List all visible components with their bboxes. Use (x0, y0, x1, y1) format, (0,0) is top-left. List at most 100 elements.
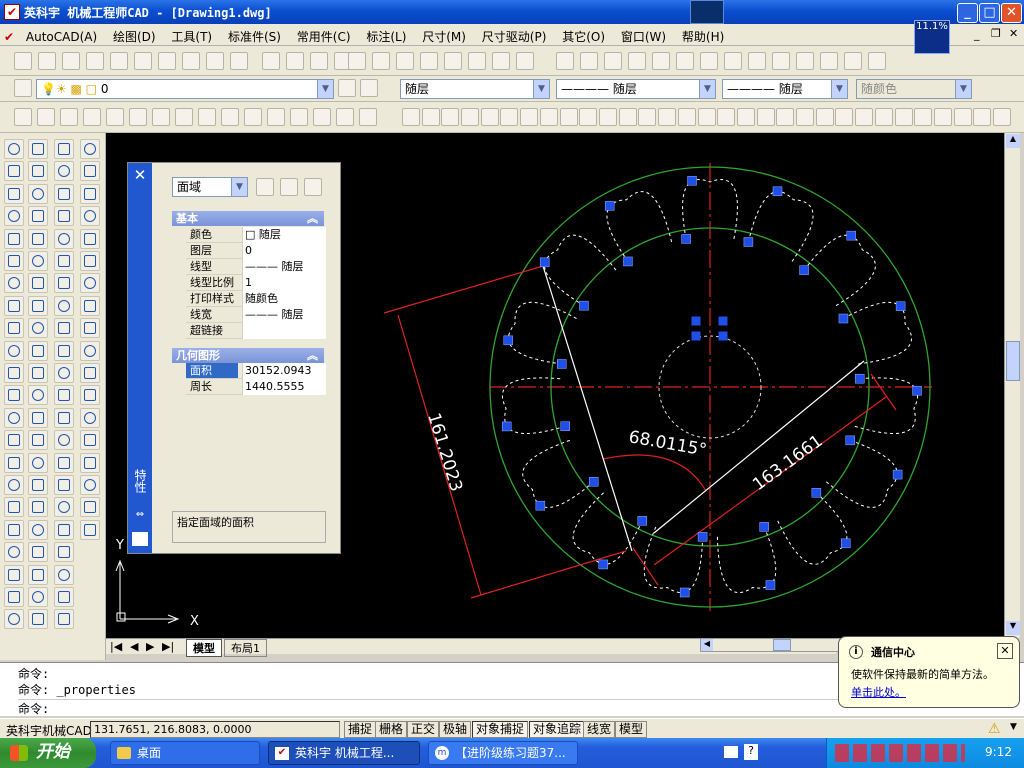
color-combo[interactable]: 随层 ▼ (400, 79, 550, 99)
command-input[interactable]: 命令: (18, 699, 838, 717)
draw-tool-2-7-icon[interactable] (54, 295, 74, 316)
property-row[interactable]: 面积 30152.0943 (186, 363, 326, 379)
modify-tool-1-icon[interactable] (37, 108, 55, 126)
task-browser[interactable]: m 【进阶级练习题37... (428, 741, 578, 765)
modify-tool-15-icon[interactable] (359, 108, 377, 126)
coordinate-readout[interactable]: 131.7651, 216.8083, 0.0000 (90, 721, 340, 738)
modify-tool-44-icon[interactable] (954, 108, 972, 126)
chevron-down-icon[interactable]: ▼ (831, 80, 847, 98)
standard-tool-28-icon[interactable] (700, 52, 718, 70)
modify-tool-14-icon[interactable] (336, 108, 354, 126)
standard-tool-17-icon[interactable] (420, 52, 438, 70)
layer-manager-icon[interactable] (14, 79, 32, 97)
modify-tool-26-icon[interactable] (599, 108, 617, 126)
menu-common-parts[interactable]: 常用件(C) (291, 24, 357, 46)
draw-tool-3-17-icon[interactable] (80, 519, 100, 540)
standard-tool-32-icon[interactable] (796, 52, 814, 70)
collapse-icon[interactable]: ︽ (307, 348, 318, 363)
property-value[interactable]: 1440.5555 (242, 379, 326, 395)
draw-tool-3-13-icon[interactable] (80, 430, 100, 451)
property-value[interactable]: 随颜色 (242, 291, 326, 307)
draw-tool-1-12-icon[interactable] (28, 407, 48, 428)
modify-tool-29-icon[interactable] (658, 108, 676, 126)
standard-tool-22-icon[interactable] (556, 52, 574, 70)
draw-tool-2-8-icon[interactable] (54, 318, 74, 339)
grip-point[interactable] (838, 313, 849, 324)
grip-point[interactable] (539, 257, 550, 268)
lineweight-combo[interactable]: ———— 随层 ▼ (722, 79, 848, 99)
standard-tool-31-icon[interactable] (772, 52, 790, 70)
draw-tool-0-17-icon[interactable] (4, 519, 24, 540)
grip-point[interactable] (718, 331, 728, 341)
modify-tool-6-icon[interactable] (152, 108, 170, 126)
balloon-close-icon[interactable]: ✕ (997, 643, 1013, 659)
draw-tool-0-15-icon[interactable] (4, 475, 24, 495)
draw-tool-1-11-icon[interactable] (28, 385, 48, 406)
quick-select-icon[interactable] (256, 178, 274, 196)
modify-tool-27-icon[interactable] (619, 108, 637, 126)
plotstyle-combo[interactable]: 随颜色 ▼ (856, 79, 972, 99)
draw-tool-0-4-icon[interactable] (4, 228, 24, 249)
osnap-toggle[interactable]: 对象捕捉 (472, 721, 529, 738)
model-toggle[interactable]: 模型 (615, 721, 648, 738)
menu-dimension-driven[interactable]: 尺寸驱动(P) (476, 24, 553, 46)
start-button[interactable]: 开始 (0, 738, 96, 768)
minimize-button[interactable]: _ (957, 3, 978, 23)
draw-tool-1-15-icon[interactable] (28, 475, 48, 495)
linetype-combo[interactable]: ———— 随层 ▼ (556, 79, 716, 99)
draw-tool-3-5-icon[interactable] (80, 251, 100, 271)
draw-tool-1-13-icon[interactable] (28, 430, 48, 451)
property-value[interactable] (242, 323, 326, 339)
scroll-up-icon[interactable]: ▲ (1006, 134, 1020, 148)
draw-tool-1-17-icon[interactable] (28, 519, 48, 540)
standard-tool-27-icon[interactable] (676, 52, 694, 70)
palette-menu-icon[interactable] (132, 532, 148, 546)
standard-tool-19-icon[interactable] (468, 52, 486, 70)
keyboard-icon[interactable] (724, 746, 738, 758)
modify-tool-13-icon[interactable] (313, 108, 331, 126)
standard-tool-35-icon[interactable] (868, 52, 886, 70)
draw-tool-2-3-icon[interactable] (54, 206, 74, 227)
draw-tool-2-17-icon[interactable] (54, 519, 74, 540)
menu-dimension[interactable]: 标注(L) (360, 24, 412, 46)
draw-tool-1-4-icon[interactable] (28, 228, 48, 249)
tab-model[interactable]: 模型 (186, 639, 222, 657)
grip-point[interactable] (691, 316, 701, 326)
draw-tool-0-21-icon[interactable] (4, 609, 24, 630)
doc-minimize-button[interactable]: _ (974, 28, 980, 41)
menu-draw[interactable]: 绘图(D) (107, 24, 162, 46)
modify-tool-11-icon[interactable] (267, 108, 285, 126)
modify-tool-25-icon[interactable] (579, 108, 597, 126)
tab-first-icon[interactable]: |◀ (110, 640, 122, 653)
draw-tool-1-6-icon[interactable] (28, 273, 48, 294)
modify-tool-4-icon[interactable] (106, 108, 124, 126)
vertical-scrollbar[interactable]: ▲ ▼ (1004, 133, 1020, 638)
standard-tool-7-icon[interactable] (182, 52, 200, 70)
modify-tool-8-icon[interactable] (198, 108, 216, 126)
draw-tool-0-19-icon[interactable] (4, 564, 24, 585)
draw-tool-2-5-icon[interactable] (54, 251, 74, 271)
modify-tool-37-icon[interactable] (816, 108, 834, 126)
modify-tool-41-icon[interactable] (895, 108, 913, 126)
grip-point[interactable] (718, 316, 728, 326)
tray-icons[interactable] (835, 744, 965, 762)
grip-point[interactable] (557, 359, 567, 369)
draw-tool-0-10-icon[interactable] (4, 363, 24, 383)
modify-tool-16-icon[interactable] (402, 108, 420, 126)
draw-tool-1-16-icon[interactable] (28, 497, 48, 518)
layer-previous-icon[interactable] (360, 79, 378, 97)
standard-tool-14-icon[interactable] (348, 52, 366, 70)
menu-standard-parts[interactable]: 标准件(S) (222, 24, 287, 46)
draw-tool-1-14-icon[interactable] (28, 452, 48, 473)
autocad-icon[interactable]: ✔ (4, 4, 20, 20)
grip-point[interactable] (841, 538, 851, 549)
standard-tool-26-icon[interactable] (652, 52, 670, 70)
grip-point[interactable] (503, 335, 514, 346)
draw-tool-0-12-icon[interactable] (4, 407, 24, 428)
draw-tool-0-5-icon[interactable] (4, 251, 24, 271)
property-row[interactable]: 线型 ——— 随层 (186, 259, 326, 275)
grip-point[interactable] (892, 469, 903, 480)
draw-tool-3-1-icon[interactable] (80, 161, 100, 182)
grip-point[interactable] (604, 201, 615, 211)
property-row[interactable]: 图层 0 (186, 243, 326, 259)
